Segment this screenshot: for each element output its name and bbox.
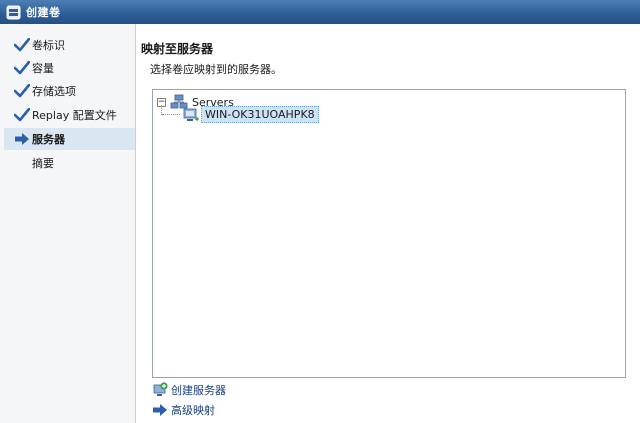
window-title: 创建卷 (26, 6, 61, 19)
step-label: 存储选项 (32, 85, 76, 98)
step-volume-id[interactable]: 卷标识 (4, 34, 135, 56)
check-icon (14, 60, 32, 76)
step-summary[interactable]: 摘要 (4, 152, 135, 174)
server-tree[interactable]: − Servers WIN-OK31UOAHPK8 (152, 89, 626, 378)
check-icon (14, 37, 32, 53)
step-label: Replay 配置文件 (32, 109, 117, 122)
check-icon (14, 107, 32, 123)
page-description: 选择卷应映射到的服务器。 (150, 63, 282, 76)
tree-connector (162, 114, 180, 115)
step-label: 摘要 (32, 157, 54, 170)
main-panel: 映射至服务器 选择卷应映射到的服务器。 − Servers WIN-OK31UO… (137, 24, 640, 423)
app-icon (6, 5, 21, 20)
step-label: 容量 (32, 62, 54, 75)
tree-node-label: WIN-OK31UOAHPK8 (201, 106, 319, 123)
server-icon (183, 108, 199, 122)
wizard-steps-sidebar: 卷标识 容量 存储选项 Replay 配置文件 服务器 摘要 (0, 24, 136, 423)
step-storage-options[interactable]: 存储选项 (4, 80, 135, 102)
advanced-mapping-link[interactable]: 高级映射 (152, 401, 215, 419)
step-capacity[interactable]: 容量 (4, 57, 135, 79)
action-label: 创建服务器 (171, 384, 226, 397)
page-title: 映射至服务器 (141, 42, 214, 56)
title-bar: 创建卷 (0, 0, 640, 24)
create-server-link[interactable]: 创建服务器 (152, 381, 226, 399)
step-server[interactable]: 服务器 (4, 128, 135, 150)
create-server-icon (152, 382, 168, 398)
arrow-right-icon (152, 402, 168, 418)
step-replay-profile[interactable]: Replay 配置文件 (4, 104, 135, 126)
step-label: 卷标识 (32, 39, 65, 52)
check-icon (14, 83, 32, 99)
action-label: 高级映射 (171, 404, 215, 417)
tree-node-server[interactable]: WIN-OK31UOAHPK8 (183, 106, 319, 123)
arrow-right-icon (14, 131, 32, 147)
step-label: 服务器 (32, 133, 65, 146)
